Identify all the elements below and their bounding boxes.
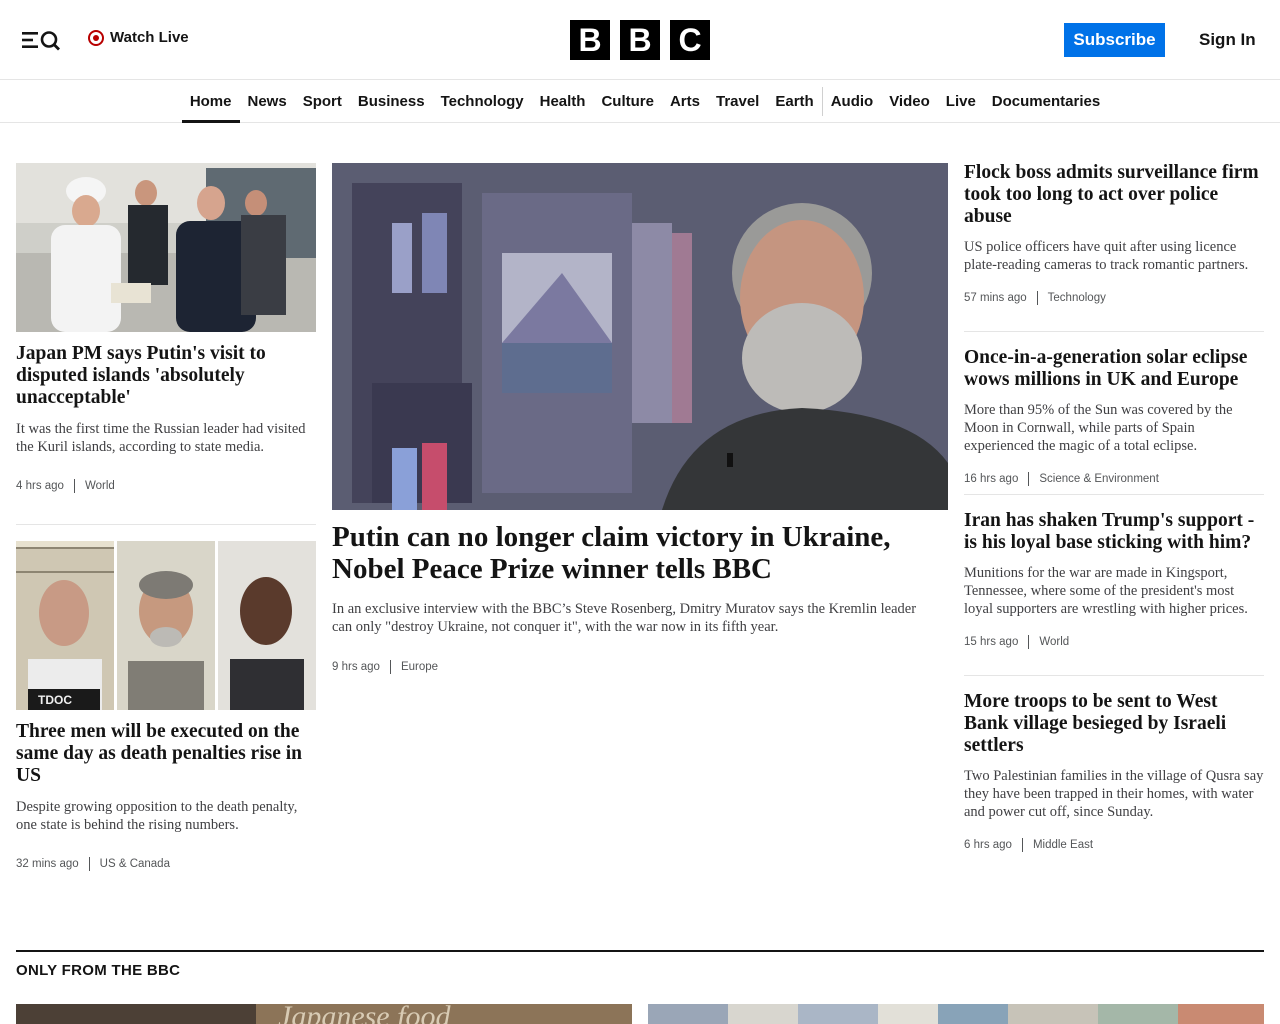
nav-item-live[interactable]: Live <box>938 81 984 122</box>
story-meta: 16 hrs ago Science & Environment <box>964 472 1264 486</box>
story-time: 16 hrs ago <box>964 473 1019 485</box>
story-summary: US police officers have quit after using… <box>964 239 1249 273</box>
sign-in-link[interactable]: Sign In <box>1199 30 1256 50</box>
nav-item-technology[interactable]: Technology <box>433 81 532 122</box>
logo-letter-c: C <box>670 20 710 60</box>
story-headline[interactable]: Japan PM says Putin's visit to disputed … <box>16 343 316 409</box>
nav-item-audio[interactable]: Audio <box>823 81 882 122</box>
top-bar: Watch Live B B C Subscribe Sign In <box>0 0 1280 80</box>
sign-text: Japanese food <box>278 1004 451 1024</box>
meta-divider <box>1021 838 1023 852</box>
menu-search-icon <box>22 31 60 51</box>
story-time: 57 mins ago <box>964 292 1027 304</box>
divider <box>16 524 316 525</box>
nav-item-sport[interactable]: Sport <box>295 81 350 122</box>
divider <box>964 331 1264 332</box>
story-summary: It was the first time the Russian leader… <box>16 421 306 455</box>
nav-item-culture[interactable]: Culture <box>593 81 662 122</box>
story-main[interactable]: Putin can no longer claim victory in Ukr… <box>332 521 948 674</box>
story-summary: In an exclusive interview with the BBC’s… <box>332 601 917 635</box>
story-section[interactable]: World <box>85 480 115 492</box>
nav-item-home[interactable]: Home <box>181 81 240 123</box>
logo-letter-b1: B <box>570 20 610 60</box>
bbc-logo[interactable]: B B C <box>570 20 710 60</box>
story-left-2[interactable]: Three men will be executed on the same d… <box>16 721 316 871</box>
nav-item-travel[interactable]: Travel <box>708 81 767 122</box>
main-story-image[interactable] <box>332 163 948 510</box>
story-left-1[interactable]: Japan PM says Putin's visit to disputed … <box>16 343 316 493</box>
story-headline[interactable]: Once-in-a-generation solar eclipse wows … <box>964 347 1264 391</box>
divider <box>964 675 1264 676</box>
story-right-1[interactable]: Flock boss admits surveillance firm took… <box>964 162 1264 305</box>
story-summary: Two Palestinian families in the village … <box>964 768 1264 820</box>
story-summary: Munitions for the war are made in Kingsp… <box>964 565 1248 617</box>
nav-item-earth[interactable]: Earth <box>767 81 821 122</box>
story-time: 4 hrs ago <box>16 480 64 492</box>
section-divider <box>16 950 1264 952</box>
story-summary: Despite growing opposition to the death … <box>16 799 298 833</box>
story-headline[interactable]: Flock boss admits surveillance firm took… <box>964 162 1264 228</box>
section-title[interactable]: ONLY FROM THE BBC <box>16 962 180 979</box>
story-section[interactable]: Middle East <box>1033 839 1093 851</box>
logo-letter-b2: B <box>620 20 660 60</box>
meta-divider <box>73 479 75 493</box>
story-meta: 9 hrs ago Europe <box>332 660 948 674</box>
interview-photo <box>332 163 948 510</box>
subscribe-button[interactable]: Subscribe <box>1064 23 1165 57</box>
meta-divider <box>1036 291 1038 305</box>
story-section[interactable]: World <box>1039 636 1069 648</box>
story-section[interactable]: Europe <box>401 661 438 673</box>
nav-item-health[interactable]: Health <box>532 81 594 122</box>
mugshots-photo: TDOC <box>16 541 316 710</box>
story-time: 9 hrs ago <box>332 661 380 673</box>
story-section[interactable]: Science & Environment <box>1039 473 1159 485</box>
nav-item-arts[interactable]: Arts <box>662 81 708 122</box>
watch-live-label: Watch Live <box>110 29 189 46</box>
watch-live-link[interactable]: Watch Live <box>88 29 189 46</box>
nav-item-documentaries[interactable]: Documentaries <box>984 81 1108 122</box>
nav-item-news[interactable]: News <box>240 81 295 122</box>
story-meta: 4 hrs ago World <box>16 479 316 493</box>
story-summary: More than 95% of the Sun was covered by … <box>964 402 1233 454</box>
story-section[interactable]: Technology <box>1048 292 1106 304</box>
main-nav: Home News Sport Business Technology Heal… <box>0 81 1280 123</box>
japanese-food-image[interactable]: Japanese food <box>16 1004 632 1024</box>
story-time: 32 mins ago <box>16 858 79 870</box>
main-headline[interactable]: Putin can no longer claim victory in Ukr… <box>332 521 948 585</box>
story-meta: 57 mins ago Technology <box>964 291 1264 305</box>
story-meta: 15 hrs ago World <box>964 635 1264 649</box>
story-right-3[interactable]: Iran has shaken Trump's support - is his… <box>964 510 1264 649</box>
story-headline[interactable]: Iran has shaken Trump's support - is his… <box>964 510 1264 554</box>
feature-photo <box>648 1004 1264 1024</box>
story-right-2[interactable]: Once-in-a-generation solar eclipse wows … <box>964 347 1264 486</box>
story-time: 6 hrs ago <box>964 839 1012 851</box>
story-time: 15 hrs ago <box>964 636 1019 648</box>
meta-divider <box>1028 635 1030 649</box>
story-headline[interactable]: More troops to be sent to West Bank vill… <box>964 691 1264 757</box>
mugshot-board-text: TDOC <box>38 693 72 707</box>
divider <box>964 494 1264 495</box>
story-meta: 32 mins ago US & Canada <box>16 857 316 871</box>
mugshots-image[interactable]: TDOC <box>16 541 316 710</box>
nav-item-business[interactable]: Business <box>350 81 433 122</box>
japanese-food-photo: Japanese food <box>16 1004 632 1024</box>
story-right-4[interactable]: More troops to be sent to West Bank vill… <box>964 691 1264 852</box>
story-meta: 6 hrs ago Middle East <box>964 838 1264 852</box>
feature-image[interactable] <box>648 1004 1264 1024</box>
story-headline[interactable]: Three men will be executed on the same d… <box>16 721 316 787</box>
putin-visit-photo <box>16 163 316 332</box>
story-section[interactable]: US & Canada <box>100 858 170 870</box>
meta-divider <box>389 660 391 674</box>
putin-visit-image[interactable] <box>16 163 316 332</box>
meta-divider <box>1028 472 1030 486</box>
menu-search-button[interactable] <box>20 27 62 53</box>
nav-item-video[interactable]: Video <box>881 81 938 122</box>
live-icon <box>88 29 104 46</box>
meta-divider <box>88 857 90 871</box>
